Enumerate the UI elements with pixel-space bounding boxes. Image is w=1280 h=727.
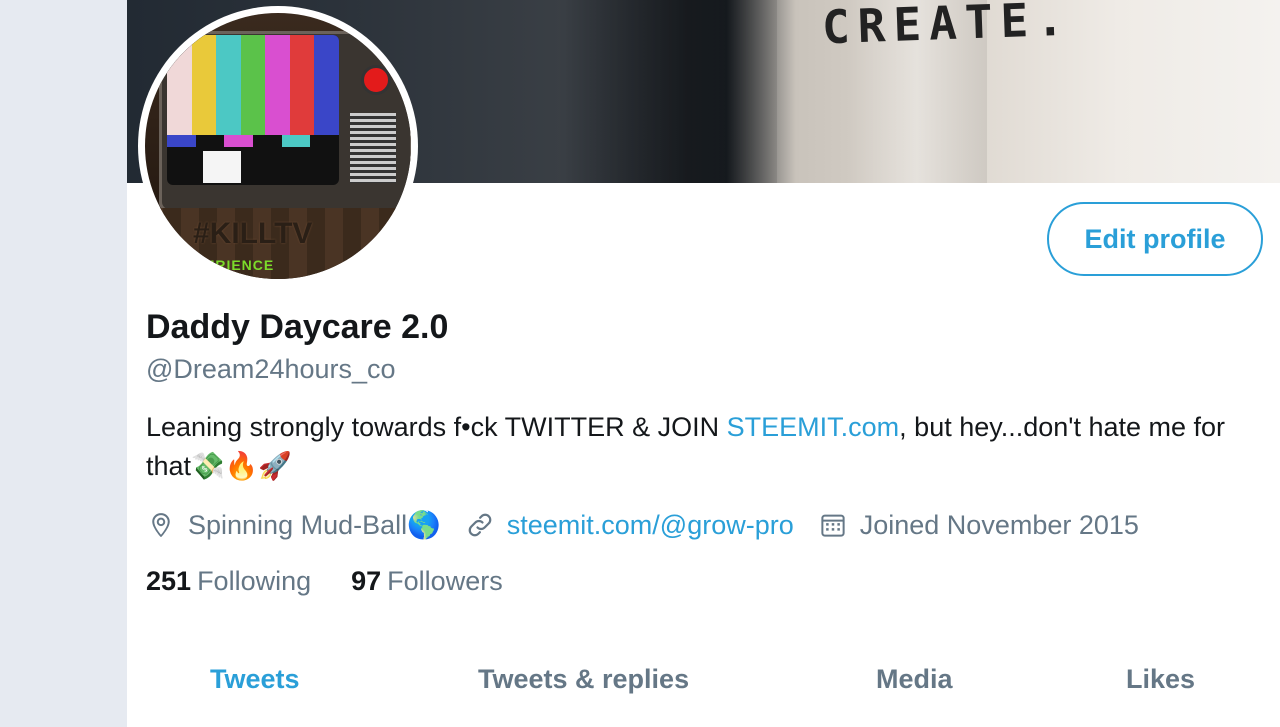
- location-text: Spinning Mud-Ball🌎: [188, 510, 441, 540]
- followers-label: Followers: [387, 566, 503, 596]
- followers-stat[interactable]: 97 Followers: [351, 566, 503, 597]
- banner-text: CREATE.: [821, 0, 1073, 55]
- avatar-image: #KILLTV ERIENCE: [145, 13, 411, 279]
- avatar-logo-subtext: ERIENCE: [205, 257, 275, 273]
- edit-profile-button[interactable]: Edit profile: [1047, 202, 1263, 276]
- tab-media[interactable]: Media: [876, 664, 953, 695]
- following-count: 251: [146, 566, 192, 596]
- location-pin-icon: [152, 513, 170, 537]
- avatar-logo-text: #KILLTV: [193, 217, 313, 250]
- followers-count: 97: [351, 566, 382, 596]
- tab-likes[interactable]: Likes: [1126, 664, 1195, 695]
- tab-tweets-replies[interactable]: Tweets & replies: [478, 664, 689, 695]
- left-gutter: [0, 0, 127, 727]
- profile-tabs: Tweets Tweets & replies Media Likes: [127, 652, 1280, 712]
- tab-tweets[interactable]: Tweets: [210, 664, 300, 695]
- avatar[interactable]: #KILLTV ERIENCE: [138, 6, 418, 286]
- website-link[interactable]: steemit.com/@grow-pro: [507, 510, 794, 541]
- location-item: Spinning Mud-Ball🌎: [146, 509, 441, 541]
- following-label: Following: [197, 566, 312, 596]
- bio-link[interactable]: STEEMIT.com: [727, 412, 900, 442]
- profile-meta: Spinning Mud-Ball🌎 steemit.com/@grow-pro…: [146, 505, 1163, 545]
- bio-text: Leaning strongly towards f•ck TWITTER & …: [146, 412, 727, 442]
- following-stat[interactable]: 251 Following: [146, 566, 311, 597]
- display-name: Daddy Daycare 2.0: [146, 308, 449, 346]
- bio: Leaning strongly towards f•ck TWITTER & …: [146, 408, 1256, 486]
- user-handle: @Dream24hours_co: [146, 354, 396, 384]
- joined-date: Joined November 2015: [859, 509, 1139, 540]
- tv-knob-icon: [361, 65, 391, 95]
- calendar-icon: [821, 514, 845, 537]
- link-icon: [468, 513, 492, 537]
- follow-stats: 251 Following 97 Followers: [146, 566, 543, 597]
- website-item: steemit.com/@grow-pro: [465, 510, 794, 541]
- joined-item: Joined November 2015: [818, 510, 1139, 541]
